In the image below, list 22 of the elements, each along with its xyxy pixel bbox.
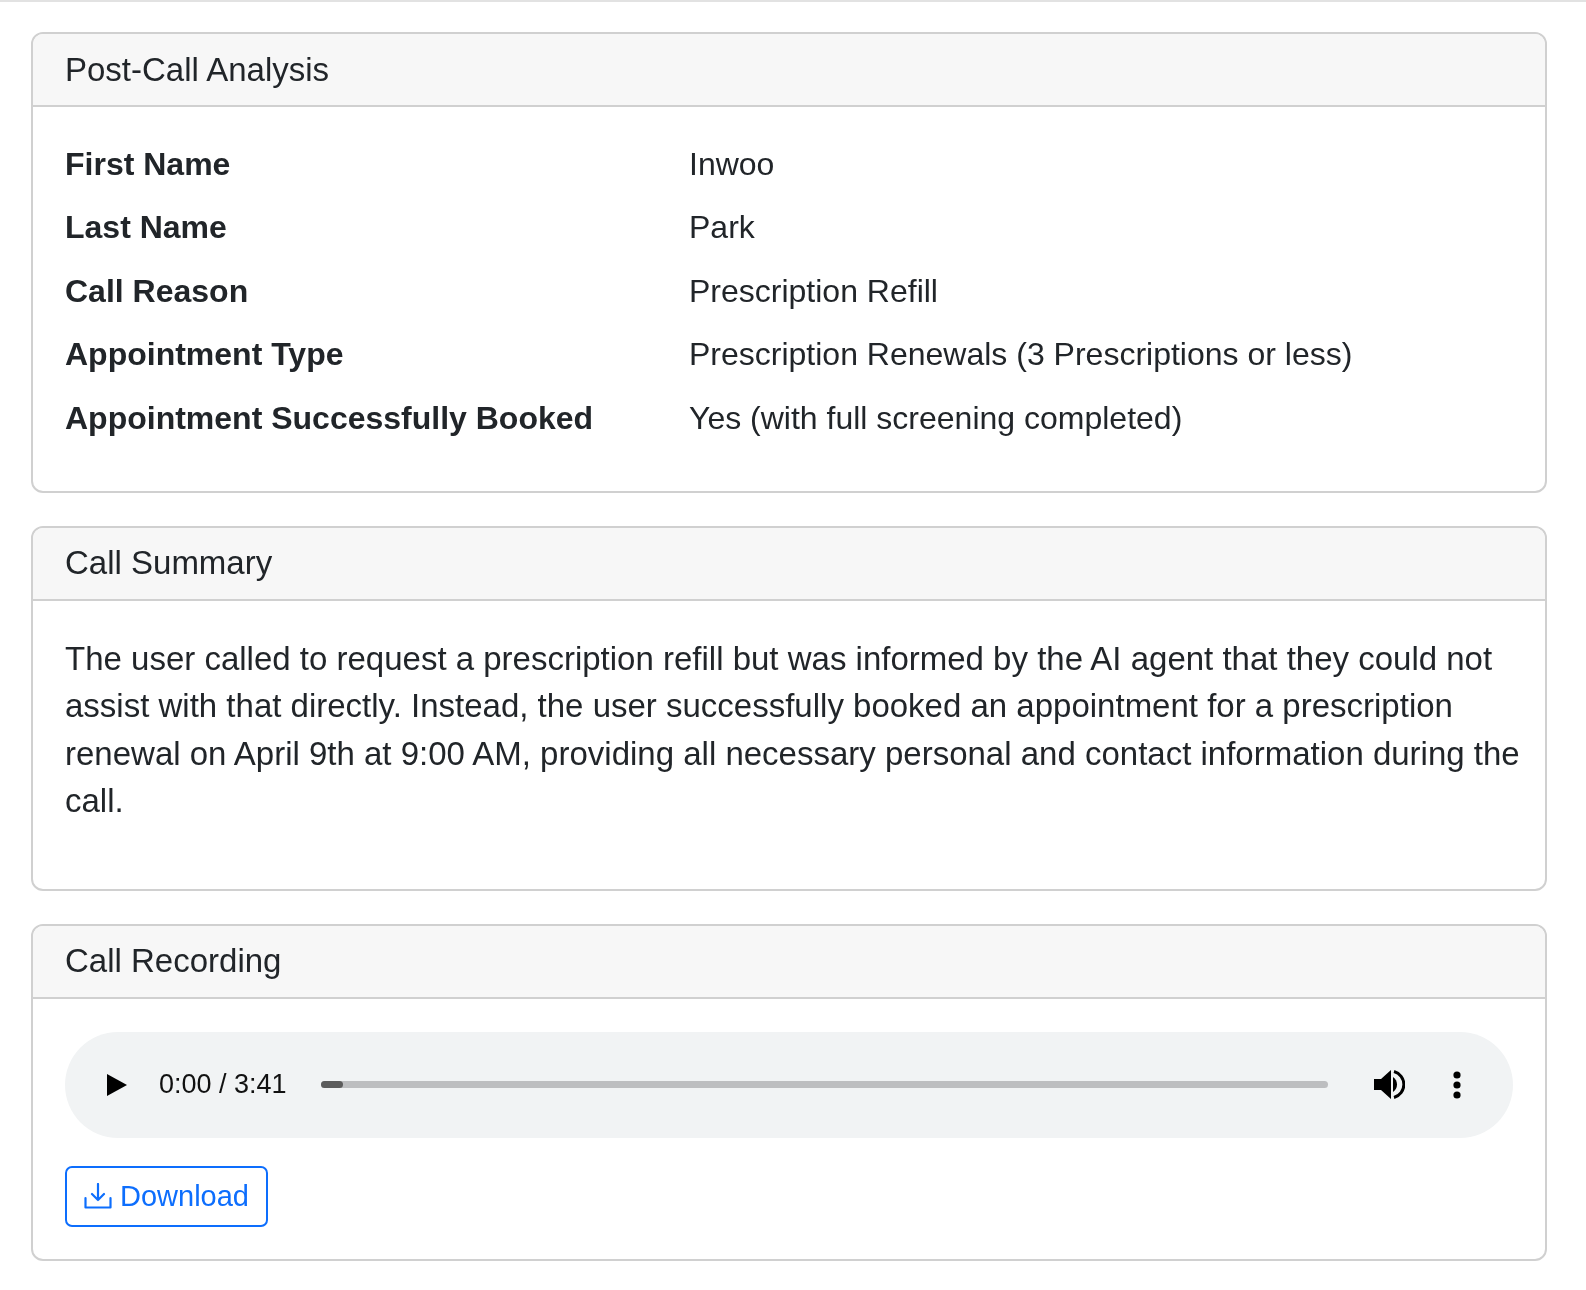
download-button[interactable]: Download — [65, 1165, 268, 1227]
card-title: Post-Call Analysis — [65, 49, 330, 90]
download-icon — [84, 1183, 112, 1209]
summary-text: The user called to request a prescription refill but was informed by the AI agent that they could not assist with that directly. Instead, the user successfully booked an appointment for a prescription renewal on April 9th at 9:00 AM, providing all necessary personal and contact information during the call. — [65, 638, 1521, 821]
card-title: Call Summary — [65, 543, 273, 583]
field-label: Last Name — [65, 208, 228, 248]
field-value: Park — [689, 208, 756, 248]
field-value: Prescription Refill — [689, 271, 939, 311]
play-icon[interactable] — [107, 1073, 127, 1096]
progress-thumb[interactable] — [320, 1081, 343, 1088]
field-label: Call Reason — [65, 271, 250, 311]
field-value: Prescription Renewals (3 Prescriptions or less) — [689, 335, 1354, 375]
card-title: Call Recording — [65, 941, 282, 981]
progress-track[interactable] — [320, 1081, 1328, 1088]
field-value: Yes (with full screening completed) — [689, 398, 1184, 438]
field-label: Appointment Type — [65, 335, 345, 375]
field-value: Inwoo — [689, 144, 776, 184]
field-label: Appointment Successfully Booked — [65, 398, 595, 438]
field-label: First Name — [65, 144, 232, 184]
more-options-icon[interactable] — [1453, 1070, 1461, 1099]
time-display: 0:00 / 3:41 — [159, 1069, 287, 1100]
volume-icon[interactable] — [1374, 1070, 1405, 1099]
